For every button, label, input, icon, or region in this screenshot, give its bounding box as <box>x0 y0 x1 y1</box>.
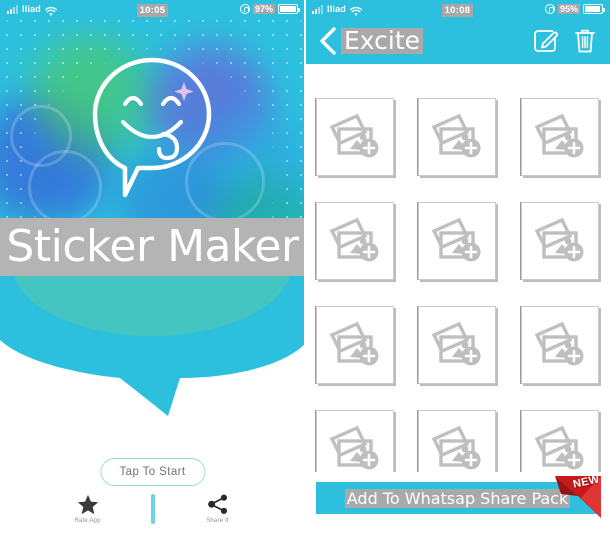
add-sticker-slot[interactable] <box>418 306 497 384</box>
add-photo-icon <box>432 113 481 158</box>
status-left-group: Iliad <box>312 4 363 17</box>
add-photo-icon <box>534 321 584 366</box>
carrier-label: Iliad <box>22 4 42 14</box>
add-to-whatsapp-share-pack-button[interactable]: Add To Whatsap Share Pack NEW <box>316 473 601 518</box>
header-actions <box>532 27 598 55</box>
screen-divider <box>304 0 306 538</box>
add-sticker-slot[interactable] <box>418 98 497 176</box>
dual-screenshot-container: Sticker Maker Tap To Start Rate App Shar… <box>0 0 610 538</box>
share-icon <box>207 494 227 514</box>
add-photo-icon <box>432 425 481 470</box>
add-sticker-slot[interactable] <box>316 410 395 472</box>
splash-footer: Rate App Share It <box>0 494 305 536</box>
carrier-label: Iliad <box>327 4 347 14</box>
add-sticker-slot[interactable] <box>520 202 599 280</box>
sticker-pack-header: Excite <box>305 18 610 64</box>
add-photo-icon <box>534 425 584 470</box>
right-phone-screen: Excite Add To Whatsap Share Pack NEW Ili… <box>305 0 610 538</box>
rotation-lock-icon <box>239 4 250 14</box>
rotation-lock-icon <box>544 4 555 14</box>
status-right-group: 97% <box>239 4 300 14</box>
add-sticker-slot[interactable] <box>520 306 599 384</box>
speech-bubble-smiley-icon <box>85 52 220 202</box>
new-badge-label: NEW <box>572 473 601 491</box>
share-app-button[interactable]: Share It <box>175 494 261 524</box>
tap-to-start-button[interactable]: Tap To Start <box>100 458 205 486</box>
add-photo-icon <box>432 217 481 262</box>
status-right-group: 95% <box>544 4 605 14</box>
sticker-grid <box>313 98 602 472</box>
add-sticker-slot[interactable] <box>418 202 497 280</box>
battery-percent-label: 97% <box>252 4 275 14</box>
add-photo-icon <box>534 113 584 158</box>
page-title: Sticker Maker <box>6 221 299 272</box>
battery-icon <box>278 4 300 14</box>
share-app-label: Share It <box>206 518 229 524</box>
add-photo-icon <box>329 425 379 470</box>
battery-icon <box>583 4 605 14</box>
wifi-icon <box>349 4 363 17</box>
pack-title: Excite <box>341 27 424 55</box>
star-icon <box>77 494 98 515</box>
rate-app-button[interactable]: Rate App <box>45 494 131 524</box>
clock-label: 10:08 <box>441 4 474 17</box>
app-title-banner: Sticker Maker <box>0 218 305 276</box>
back-chevron-icon[interactable] <box>317 26 339 56</box>
add-sticker-slot[interactable] <box>520 410 599 472</box>
status-left-group: Iliad <box>7 4 58 17</box>
signal-bars-icon <box>312 4 323 14</box>
share-pack-label: Add To Whatsap Share Pack <box>344 488 571 508</box>
add-sticker-slot[interactable] <box>316 98 395 176</box>
wifi-icon <box>44 4 58 17</box>
add-photo-icon <box>432 321 481 366</box>
right-status-bar: Iliad 10:08 95% <box>305 0 610 18</box>
footer-divider <box>150 494 155 524</box>
edit-pencil-icon[interactable] <box>532 27 558 55</box>
add-photo-icon <box>329 321 379 366</box>
add-photo-icon <box>329 113 379 158</box>
trash-icon[interactable] <box>572 27 598 55</box>
left-phone-screen: Sticker Maker Tap To Start Rate App Shar… <box>0 0 305 538</box>
add-photo-icon <box>329 217 379 262</box>
add-photo-icon <box>534 217 584 262</box>
tap-to-start-label: Tap To Start <box>119 466 186 478</box>
battery-percent-label: 95% <box>557 4 580 14</box>
left-status-bar: Iliad 10:05 97% <box>0 0 305 18</box>
clock-label: 10:05 <box>136 4 169 17</box>
signal-bars-icon <box>7 4 18 14</box>
add-sticker-slot[interactable] <box>520 98 599 176</box>
add-sticker-slot[interactable] <box>316 306 395 384</box>
speech-bubble-background-shape <box>0 276 305 420</box>
add-sticker-slot[interactable] <box>418 410 497 472</box>
add-sticker-slot[interactable] <box>316 202 395 280</box>
sticker-grid-area <box>305 64 610 472</box>
rate-app-label: Rate App <box>74 518 101 524</box>
